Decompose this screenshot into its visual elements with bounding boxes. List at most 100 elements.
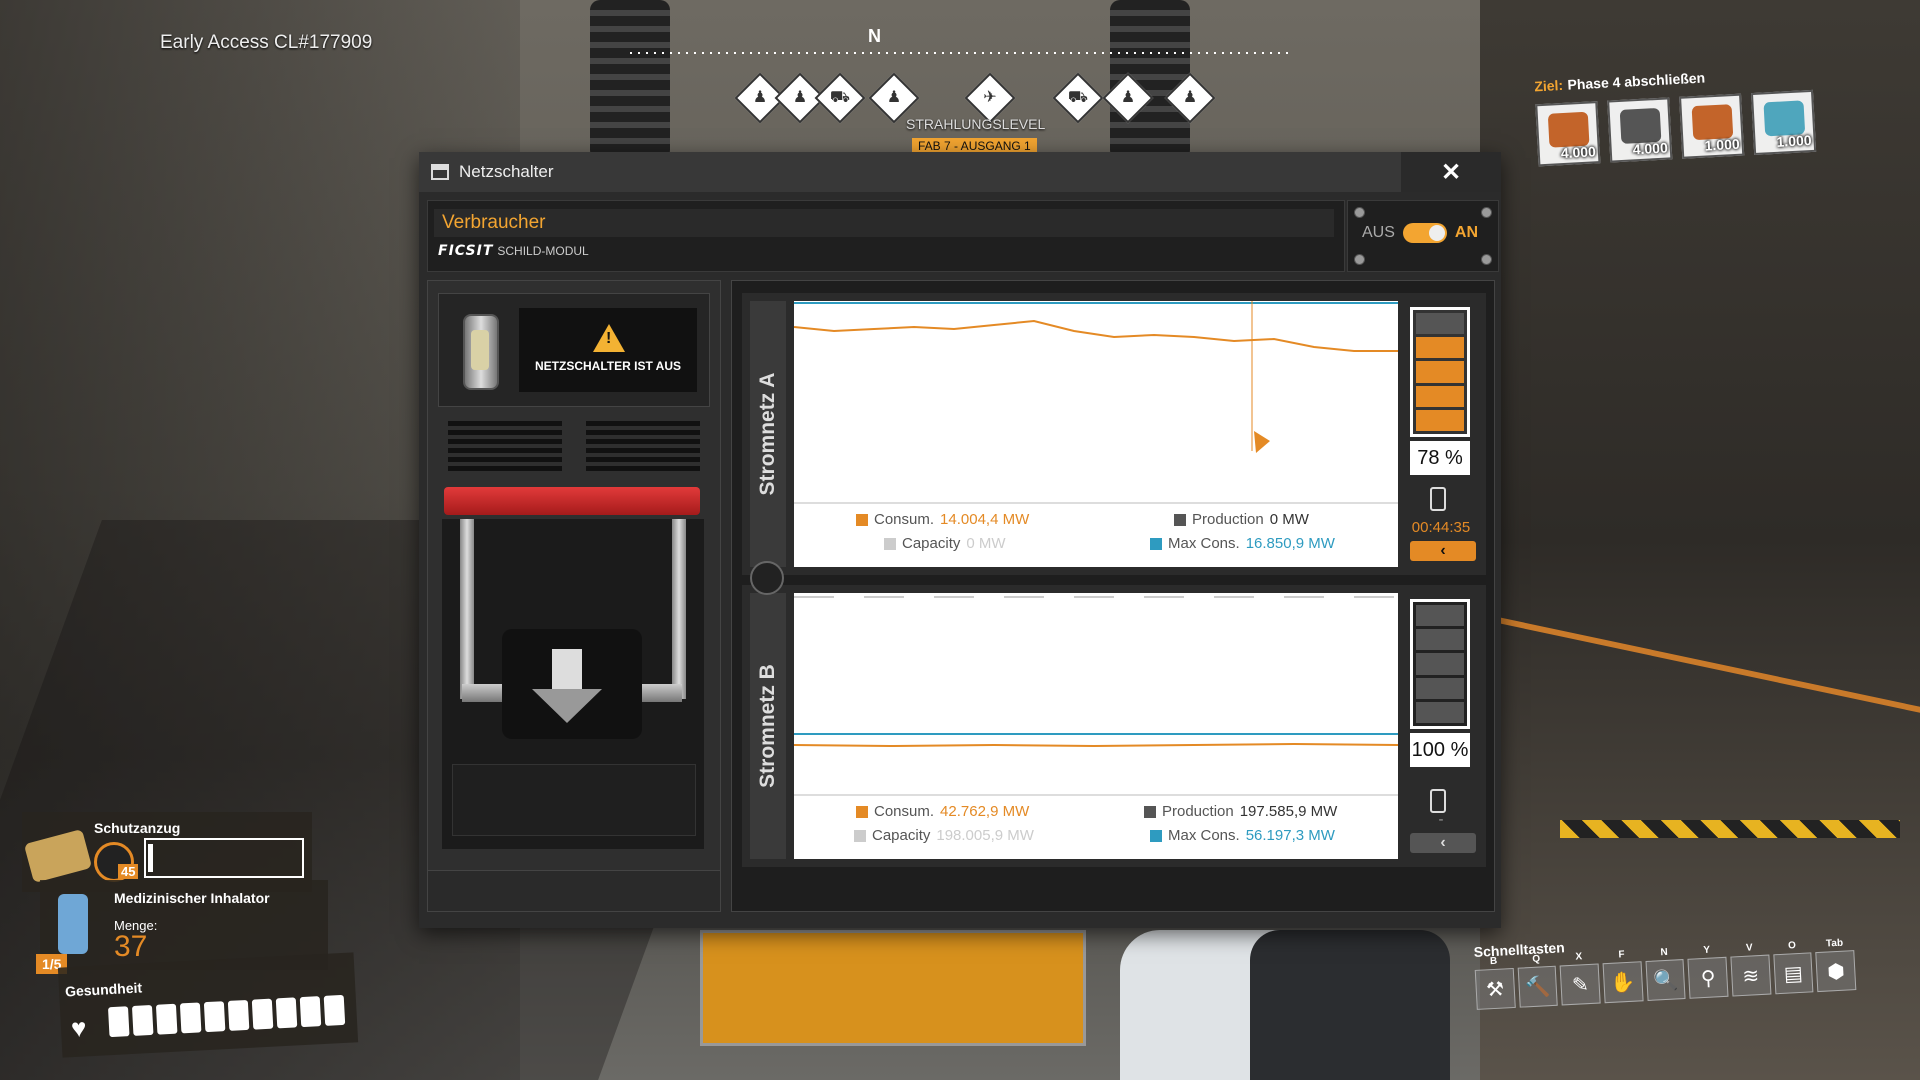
health-segment — [203, 1001, 226, 1033]
hotkey-cube[interactable]: Tab ⬢ — [1815, 938, 1857, 993]
inhaler-qty: 37 — [114, 930, 148, 963]
goal-item-count: 1.000 — [1704, 135, 1741, 154]
radiation-level-label: STRAHLUNGSLEVEL — [906, 116, 1046, 132]
map-pin-icon: ⚲ — [1700, 966, 1717, 990]
goal-item-count: 4.000 — [1560, 143, 1597, 162]
health-segment — [107, 1006, 130, 1038]
close-button[interactable]: ✕ — [1401, 152, 1501, 192]
hammer-icon: 🔨 — [1524, 975, 1551, 999]
hotkey-inventory[interactable]: O ▤ — [1773, 940, 1814, 995]
hotkey-dismantle[interactable]: X ✎ — [1559, 951, 1601, 1006]
suit-icon — [23, 828, 93, 884]
compass-bar — [630, 52, 1290, 54]
grid-b-legend: Consum. 42.762,9 MW Production 197.585,9 M… — [794, 801, 1398, 857]
battery-segment — [1416, 677, 1464, 699]
legend-label: Max Cons. — [1168, 535, 1240, 552]
vents — [448, 421, 700, 471]
screw — [1354, 254, 1365, 265]
player-leg — [1250, 930, 1450, 1080]
battery-time: - — [1438, 811, 1444, 828]
dismantle-icon: ✎ — [1571, 973, 1590, 997]
suit-level: 45 — [118, 864, 139, 879]
hotkey-map-pin[interactable]: Y ⚲ — [1687, 945, 1729, 999]
health-segment — [179, 1002, 202, 1034]
screw — [1481, 254, 1492, 265]
suit-bar — [144, 838, 304, 878]
hand-icon: ✋ — [1609, 971, 1636, 995]
grid-a-section: Stromnetz A Consum. 14.004,4 MW Productio… — [742, 293, 1486, 575]
health-panel: Gesundheit ♥ — [57, 952, 359, 1058]
brand-label: FICSIT SCHILD-MODUL — [438, 243, 589, 259]
hotkey-key: V — [1745, 942, 1753, 954]
collapse-button[interactable]: ‹ — [1410, 541, 1476, 561]
health-segment — [323, 994, 346, 1026]
hotkey-key: Y — [1703, 944, 1711, 956]
heart-icon: ♥ — [70, 1012, 88, 1044]
grid-a-legend: Consum. 14.004,4 MW Production 0 MW Capaci… — [794, 509, 1398, 565]
goal-item-count: 1.000 — [1776, 132, 1812, 150]
battery-segment — [1416, 701, 1464, 724]
max-consumption-value: 56.197,3 MW — [1245, 827, 1335, 844]
inventory-icon: ▤ — [1783, 962, 1804, 986]
grid-b-battery: 100 % - ‹ — [1404, 593, 1478, 859]
ficsit-logo: FICSIT — [438, 243, 494, 259]
grid-a-graph — [794, 301, 1398, 504]
hotkey-key: F — [1618, 949, 1625, 961]
lever-arm — [460, 519, 474, 699]
build-icon: ⚒ — [1485, 977, 1505, 1001]
battery-segment-empty — [1416, 313, 1464, 335]
health-bars — [107, 994, 346, 1038]
goal-item: 4.000 — [1607, 97, 1673, 163]
scan-icon: 🔍 — [1652, 968, 1679, 993]
vent — [448, 421, 562, 471]
toggle-off-label: AUS — [1362, 224, 1395, 241]
pillar-spring-left — [590, 0, 670, 160]
grids-panel: Stromnetz A Consum. 14.004,4 MW Productio… — [731, 280, 1495, 912]
hotkey-key: B — [1489, 955, 1498, 968]
consumption-value: 42.762,9 MW — [940, 803, 1030, 820]
hotkeys-panel: Schnelltasten B ⚒ Q 🔨 X ✎ F ✋ N 🔍 Y ⚲ V ≋ O ▤ Ta… — [1473, 924, 1858, 1054]
warning-icon — [593, 324, 625, 352]
hotkey-key: Tab — [1825, 937, 1844, 950]
screw — [1481, 207, 1492, 218]
health-segment — [155, 1003, 178, 1035]
hotkey-build[interactable]: B ⚒ — [1474, 956, 1516, 1010]
grid-a-battery: 78 % 00:44:35 ‹ — [1404, 301, 1478, 567]
battery-percent: 100 % — [1410, 733, 1470, 767]
hotkey-signal[interactable]: V ≋ — [1730, 942, 1772, 997]
grid-a-graph-box: Consum. 14.004,4 MW Production 0 MW Capaci… — [794, 301, 1398, 567]
building-name-input[interactable]: Verbraucher — [434, 209, 1334, 237]
battery-icon — [1430, 789, 1446, 813]
production-value: 197.585,9 MW — [1239, 803, 1338, 820]
compass-north: N — [868, 26, 881, 46]
grid-b-label: Stromnetz B — [756, 664, 779, 788]
goal-item: 1.000 — [1750, 89, 1817, 156]
signal-icon: ≋ — [1741, 964, 1760, 988]
collapse-button[interactable]: ‹ — [1410, 833, 1476, 853]
goal-item: 1.000 — [1679, 93, 1745, 159]
grid-b-section: Stromnetz B Consum. 42.762,9 MW Productio… — [742, 585, 1486, 867]
battery-icon — [1430, 487, 1446, 511]
battery-segment — [1416, 409, 1464, 432]
vent — [586, 421, 700, 471]
hotkey-hammer[interactable]: Q 🔨 — [1517, 954, 1559, 1008]
hotkey-key: X — [1575, 951, 1583, 963]
health-segment — [275, 997, 298, 1029]
build-version: Early Access CL#177909 — [160, 32, 373, 53]
indicator-light — [463, 314, 499, 390]
legend-label: Capacity — [902, 535, 961, 552]
legend-label: Consum. — [874, 803, 935, 820]
hotkey-hand[interactable]: F ✋ — [1602, 949, 1644, 1004]
battery-segment — [1416, 337, 1464, 359]
hotkey-key: Q — [1532, 953, 1541, 965]
lever-area — [442, 519, 704, 849]
computer-icon — [1763, 100, 1806, 137]
battery-segment — [1416, 629, 1464, 651]
screw — [1354, 207, 1365, 218]
hotkey-key: N — [1660, 946, 1669, 959]
orange-floor-plate — [700, 930, 1086, 1046]
health-segment — [227, 999, 250, 1031]
hotkey-scan[interactable]: N 🔍 — [1645, 947, 1686, 1001]
power-toggle[interactable] — [1402, 223, 1447, 243]
capacity-value: 0 MW — [966, 535, 1006, 552]
